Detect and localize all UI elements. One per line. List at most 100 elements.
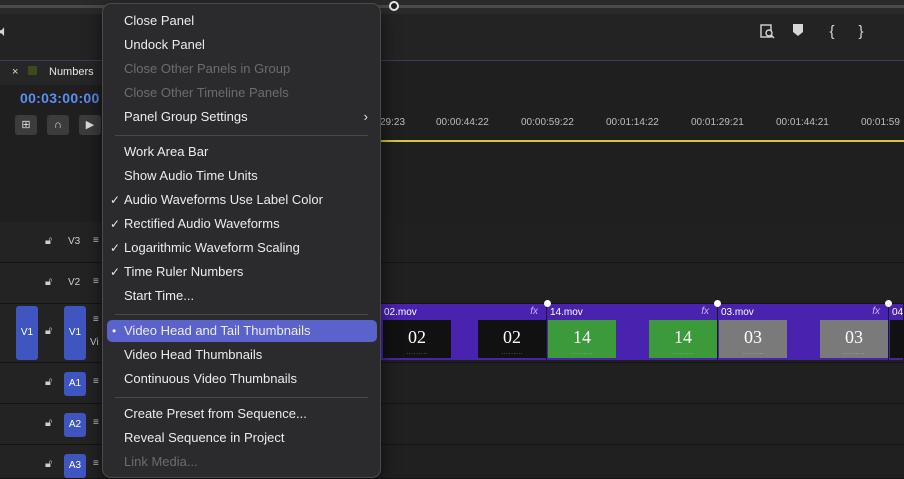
lock-icon[interactable]: 🔓︎ xyxy=(45,235,52,248)
track-target-v1[interactable]: V1 xyxy=(64,306,86,360)
lock-icon[interactable]: 🔓︎ xyxy=(45,276,52,289)
menu-item-close-panel[interactable]: Close Panel xyxy=(103,10,380,32)
thumbnail-caption: · · · · · · · · · xyxy=(843,351,865,356)
edit-point-marker[interactable] xyxy=(544,300,551,307)
track-name: Vi xyxy=(90,337,99,348)
lock-icon[interactable]: 🔓︎ xyxy=(45,325,52,338)
clip-name: 04 xyxy=(892,307,904,318)
clip[interactable]: 03.mov fx 03 · · · · · · · · · 03 · · · · … xyxy=(718,304,889,360)
clip[interactable]: 14.mov fx 14 · · · · · · · · · 14 · · · · … xyxy=(547,304,718,360)
submenu-arrow-icon: › xyxy=(363,109,368,124)
edit-point-marker[interactable] xyxy=(714,300,721,307)
thumbnail-caption: · · · · · · · · · xyxy=(501,351,523,356)
menu-item-label: Link Media... xyxy=(124,454,198,469)
linked-selection-icon[interactable]: ▶ xyxy=(79,115,101,135)
search-panel-icon[interactable] xyxy=(757,23,777,43)
thumbnail-number: 14 xyxy=(674,327,692,347)
tail-thumbnail: 02 · · · · · · · · · xyxy=(478,320,546,358)
close-tab-icon[interactable]: × xyxy=(12,66,18,78)
menu-separator xyxy=(115,135,368,136)
thumbnail-number: 14 xyxy=(573,327,591,347)
tail-thumbnail: 03 · · · · · · · · · xyxy=(820,320,888,358)
snap-magnet-icon[interactable]: ∩ xyxy=(47,115,69,135)
menu-item-label: Continuous Video Thumbnails xyxy=(124,371,297,386)
menu-item-label: Logarithmic Waveform Scaling xyxy=(124,240,300,255)
edit-point-marker[interactable] xyxy=(885,300,892,307)
menu-item-audio-waveforms-label-color[interactable]: ✓ Audio Waveforms Use Label Color xyxy=(103,189,380,211)
clip[interactable]: 04 xyxy=(889,304,904,360)
ruler-label: 00:01:44:21 xyxy=(776,117,829,128)
ruler-label: 00:01:14:22 xyxy=(606,117,659,128)
menu-item-link-media: Link Media... xyxy=(103,451,380,473)
menu-item-panel-group-settings[interactable]: Panel Group Settings › xyxy=(103,106,380,128)
menu-item-show-audio-time-units[interactable]: Show Audio Time Units xyxy=(103,165,380,187)
track-label: V3 xyxy=(68,236,81,247)
source-patch-v1[interactable]: V1 xyxy=(16,306,38,360)
menu-item-label: Close Panel xyxy=(124,13,195,28)
radio-bullet-icon: • xyxy=(112,324,117,338)
head-thumbnail: 14 · · · · · · · · · xyxy=(548,320,616,358)
menu-item-undock-panel[interactable]: Undock Panel xyxy=(103,34,380,56)
track-menu-icon[interactable]: ≡ xyxy=(93,276,99,287)
thumbnail-caption: · · · · · · · · · xyxy=(571,351,593,356)
timeline-tab-title: Numbers xyxy=(49,66,94,78)
menu-item-label: Start Time... xyxy=(124,288,195,303)
menu-item-start-time[interactable]: Start Time... xyxy=(103,285,380,307)
track-menu-icon[interactable]: ≡ xyxy=(93,417,99,428)
ruler-label: 00:00:44:22 xyxy=(436,117,489,128)
menu-item-logarithmic-waveform-scaling[interactable]: ✓ Logarithmic Waveform Scaling xyxy=(103,237,380,259)
lock-icon[interactable]: 🔓︎ xyxy=(45,458,52,471)
thumbnail-number: 03 xyxy=(744,327,762,347)
sequence-timecode[interactable]: 00:03:00:00 xyxy=(20,90,100,106)
checkmark-icon: ✓ xyxy=(110,241,121,255)
menu-item-label: Rectified Audio Waveforms xyxy=(124,216,280,231)
track-menu-icon[interactable]: ≡ xyxy=(93,376,99,387)
menu-item-label: Reveal Sequence in Project xyxy=(124,430,285,445)
menu-item-label: Video Head Thumbnails xyxy=(124,347,263,362)
thumbnail-caption: · · · · · · · · · xyxy=(742,351,764,356)
menu-item-label: Close Other Timeline Panels xyxy=(124,85,289,100)
speaker-icon[interactable]: 🔈︎ xyxy=(0,23,14,40)
checkmark-icon: ✓ xyxy=(110,193,121,207)
work-area-bar[interactable] xyxy=(380,140,904,142)
track-target-a2[interactable]: A2 xyxy=(64,413,86,437)
nest-toggle-icon[interactable]: ⊞ xyxy=(15,115,37,135)
thumbnail-number: 02 xyxy=(408,327,426,347)
menu-item-continuous-video-thumbnails[interactable]: Continuous Video Thumbnails xyxy=(103,368,380,390)
menu-item-label: Show Audio Time Units xyxy=(124,168,258,183)
fx-badge[interactable]: fx xyxy=(872,306,880,317)
clip[interactable]: 02.mov fx 02 · · · · · · · · · 02 · · · · … xyxy=(381,304,547,360)
lock-icon[interactable]: 🔓︎ xyxy=(45,417,52,430)
menu-item-label: Undock Panel xyxy=(124,37,205,52)
lock-icon[interactable]: 🔓︎ xyxy=(45,376,52,389)
thumbnail-caption: · · · · · · · · · xyxy=(406,351,428,356)
thumbnail-caption: · · · · · · · · · xyxy=(672,351,694,356)
clip-name: 02.mov xyxy=(384,307,417,318)
checkmark-icon: ✓ xyxy=(110,217,121,231)
menu-item-work-area-bar[interactable]: Work Area Bar xyxy=(103,141,380,163)
playhead-handle[interactable] xyxy=(389,1,399,11)
menu-item-video-head-thumbnails[interactable]: Video Head Thumbnails xyxy=(103,344,380,366)
track-menu-icon[interactable]: ≡ xyxy=(93,458,99,469)
menu-item-label: Close Other Panels in Group xyxy=(124,61,291,76)
track-target-a1[interactable]: A1 xyxy=(64,372,86,396)
track-menu-icon[interactable]: ≡ xyxy=(93,314,99,325)
menu-item-time-ruler-numbers[interactable]: ✓ Time Ruler Numbers xyxy=(103,261,380,283)
menu-item-video-head-and-tail-thumbnails[interactable]: • Video Head and Tail Thumbnails xyxy=(107,320,377,342)
fx-badge[interactable]: fx xyxy=(530,306,538,317)
thumbnail-number: 02 xyxy=(503,327,521,347)
mark-out-icon[interactable]: } xyxy=(851,23,871,40)
marker-icon[interactable] xyxy=(788,23,808,41)
menu-item-rectified-audio-waveforms[interactable]: ✓ Rectified Audio Waveforms xyxy=(103,213,380,235)
ruler-label: 00:01:29:21 xyxy=(691,117,744,128)
menu-separator xyxy=(115,314,368,315)
menu-item-close-other-timelines: Close Other Timeline Panels xyxy=(103,82,380,104)
fx-badge[interactable]: fx xyxy=(701,306,709,317)
head-thumbnail xyxy=(890,320,904,358)
track-menu-icon[interactable]: ≡ xyxy=(93,235,99,246)
clip-name: 14.mov xyxy=(550,307,583,318)
menu-item-reveal-sequence[interactable]: Reveal Sequence in Project xyxy=(103,427,380,449)
mark-in-icon[interactable]: { xyxy=(822,23,842,40)
menu-item-create-preset[interactable]: Create Preset from Sequence... xyxy=(103,403,380,425)
track-target-a3[interactable]: A3 xyxy=(64,454,86,478)
